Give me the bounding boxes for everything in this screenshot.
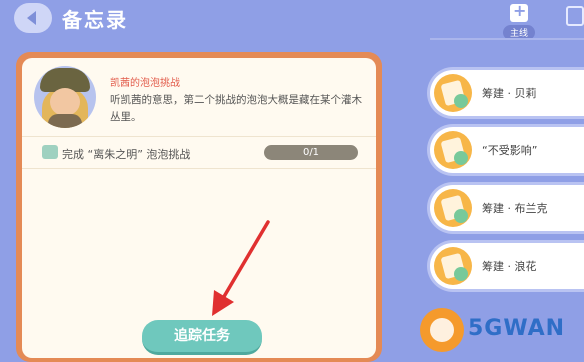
quest-name: 凯茜的泡泡挑战: [110, 78, 180, 89]
task-row: 完成 “离朱之明” 泡泡挑战 0/1: [32, 142, 364, 164]
quest-scroll-icon: [434, 74, 472, 112]
divider: [22, 136, 376, 137]
quest-list-label: “不受影响”: [482, 144, 538, 157]
chevron-left-icon: [27, 11, 36, 25]
tab-divider: [430, 38, 584, 40]
divider: [22, 168, 376, 169]
quest-list-label: 筹建 · 贝莉: [482, 87, 537, 100]
task-icon: [42, 145, 58, 159]
book-icon: [566, 6, 584, 26]
quest-scroll-icon: [434, 247, 472, 285]
tab-secondary[interactable]: [566, 6, 584, 26]
logo-circle-icon: [420, 308, 464, 352]
track-quest-button[interactable]: 追踪任务: [142, 320, 262, 355]
quest-scroll-icon: [434, 189, 472, 227]
quest-list-label: 筹建 · 浪花: [482, 260, 537, 273]
arrow-annotation-icon: [212, 220, 270, 316]
quest-list-item[interactable]: 筹建 · 布兰克: [430, 185, 584, 231]
quest-description: 听凯茜的意思，第二个挑战的泡泡大概是藏在某个灌木丛里。: [110, 94, 362, 123]
quest-detail-content: 凯茜的泡泡挑战 听凯茜的意思，第二个挑战的泡泡大概是藏在某个灌木丛里。 完成 “…: [22, 58, 376, 358]
quest-list-item[interactable]: “不受影响”: [430, 127, 584, 173]
page-title: 备忘录: [62, 8, 128, 32]
quest-scroll-icon: [434, 131, 472, 169]
task-label: 完成 “离朱之明” 泡泡挑战: [62, 148, 191, 161]
quest-list-label: 筹建 · 布兰克: [482, 202, 548, 215]
watermark-logo: 5GWAN: [420, 306, 584, 352]
quest-list-item[interactable]: 筹建 · 贝莉: [430, 70, 584, 116]
quest-detail-panel: 凯茜的泡泡挑战 听凯茜的意思，第二个挑战的泡泡大概是藏在某个灌木丛里。 完成 “…: [16, 52, 382, 362]
watermark-text: 5GWAN: [468, 316, 566, 341]
book-add-icon: [510, 1, 528, 22]
task-progress: 0/1: [264, 145, 358, 160]
back-button[interactable]: [14, 3, 52, 33]
quest-list-item[interactable]: 筹建 · 浪花: [430, 243, 584, 289]
npc-avatar: [34, 66, 96, 128]
